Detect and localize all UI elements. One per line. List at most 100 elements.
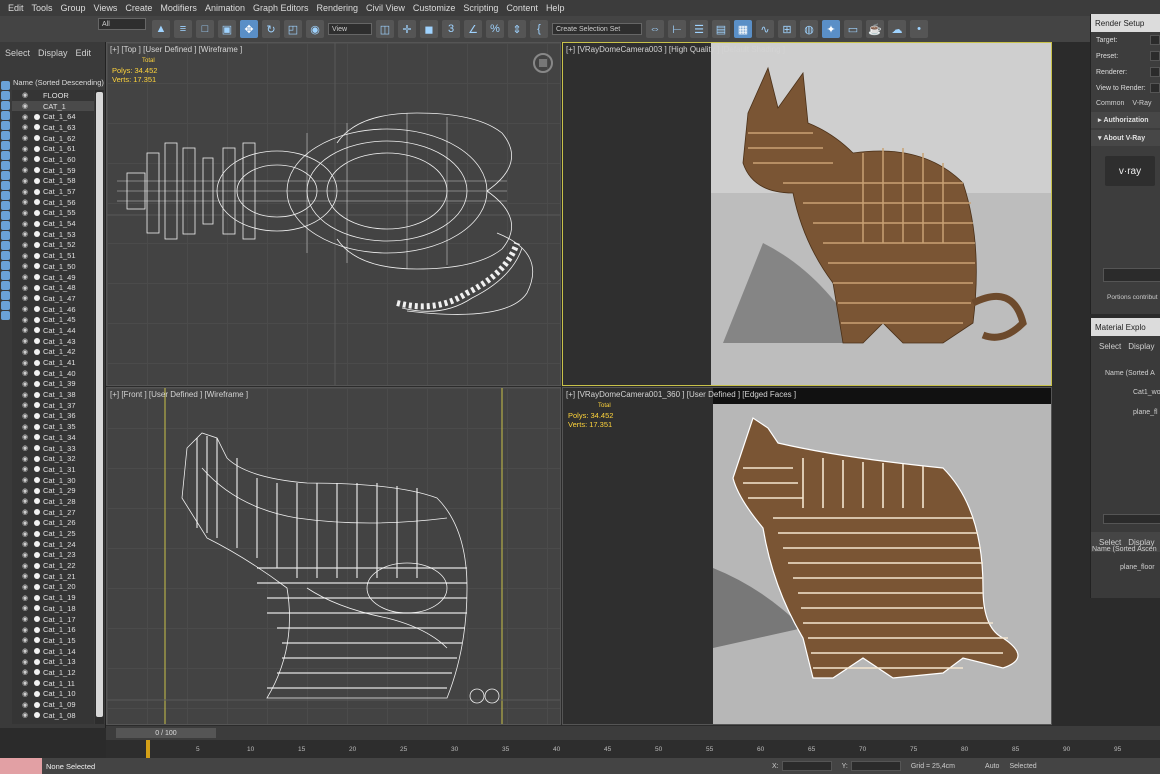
explorer-scrollbar[interactable] — [95, 90, 104, 724]
x-coordinate-field[interactable] — [781, 761, 832, 771]
viewport-front[interactable]: [+] [Front ] [User Defined ] [Wireframe … — [106, 387, 561, 725]
explorer-filter-icon[interactable] — [1, 241, 10, 250]
visibility-eye-icon[interactable]: ◉ — [22, 145, 30, 153]
visibility-eye-icon[interactable]: ◉ — [22, 284, 30, 292]
visibility-eye-icon[interactable]: ◉ — [22, 102, 30, 110]
explorer-row[interactable]: ◉ Cat_1_08 — [12, 710, 94, 721]
select-manipulate-icon[interactable]: ✛ — [398, 20, 416, 38]
explorer-row[interactable]: ◉ Cat_1_37 — [12, 400, 94, 411]
render-setup-icon[interactable]: ✦ — [822, 20, 840, 38]
explorer-row[interactable]: ◉ Cat_1_40 — [12, 368, 94, 379]
explorer-row[interactable]: ◉ Cat_1_13 — [12, 656, 94, 667]
ribbon-icon[interactable]: ▤ — [712, 20, 730, 38]
visibility-eye-icon[interactable]: ◉ — [22, 604, 30, 612]
explorer-scroll-thumb[interactable] — [96, 92, 103, 717]
explorer-row[interactable]: ◉ Cat_1_21 — [12, 571, 94, 582]
keyboard-shortcut-icon[interactable]: ◼ — [420, 20, 438, 38]
visibility-eye-icon[interactable]: ◉ — [22, 252, 30, 260]
visibility-eye-icon[interactable]: ◉ — [22, 658, 30, 666]
move-icon[interactable]: ✥ — [240, 20, 258, 38]
visibility-eye-icon[interactable]: ◉ — [22, 369, 30, 377]
explorer-filter-icon[interactable] — [1, 261, 10, 270]
explorer-row[interactable]: ◉ Cat_1_20 — [12, 582, 94, 593]
explorer-filter-icon[interactable] — [1, 181, 10, 190]
material-scroll-field[interactable] — [1103, 514, 1160, 524]
visibility-eye-icon[interactable]: ◉ — [22, 594, 30, 602]
visibility-eye-icon[interactable]: ◉ — [22, 134, 30, 142]
visibility-eye-icon[interactable]: ◉ — [22, 177, 30, 185]
mirror-icon[interactable]: ⇔ — [646, 20, 664, 38]
explorer-row[interactable]: ◉ Cat_1_25 — [12, 528, 94, 539]
visibility-eye-icon[interactable]: ◉ — [22, 262, 30, 270]
menu-customize[interactable]: Customize — [409, 3, 460, 13]
render-setup-title[interactable]: Render Setup — [1091, 14, 1160, 32]
visibility-eye-icon[interactable]: ◉ — [22, 423, 30, 431]
layer-explorer-icon[interactable]: ☰ — [690, 20, 708, 38]
edit-named-selection-icon[interactable]: { — [530, 20, 548, 38]
explorer-filter-icon[interactable] — [1, 301, 10, 310]
explorer-row[interactable]: ◉ Cat_1_28 — [12, 496, 94, 507]
rollout-about-vray[interactable]: ▾ About V-Ray — [1091, 130, 1160, 146]
explorer-row[interactable]: ◉ Cat_1_41 — [12, 357, 94, 368]
mat-tab-display[interactable]: Display — [1128, 342, 1154, 351]
visibility-eye-icon[interactable]: ◉ — [22, 294, 30, 302]
menu-rendering[interactable]: Rendering — [313, 3, 363, 13]
menu-content[interactable]: Content — [502, 3, 542, 13]
explorer-filter-icon[interactable] — [1, 201, 10, 210]
named-selection-set-dropdown[interactable]: Create Selection Set — [552, 23, 642, 35]
visibility-eye-icon[interactable]: ◉ — [22, 401, 30, 409]
menu-group[interactable]: Group — [57, 3, 90, 13]
visibility-eye-icon[interactable]: ◉ — [22, 412, 30, 420]
explorer-filter-icon[interactable] — [1, 141, 10, 150]
explorer-row[interactable]: ◉ Cat_1_39 — [12, 379, 94, 390]
visibility-eye-icon[interactable]: ◉ — [22, 465, 30, 473]
place-icon[interactable]: ◉ — [306, 20, 324, 38]
visibility-eye-icon[interactable]: ◉ — [22, 166, 30, 174]
visibility-eye-icon[interactable]: ◉ — [22, 433, 30, 441]
explorer-row[interactable]: ◉ Cat_1_58 — [12, 176, 94, 187]
explorer-row[interactable]: ◉ Cat_1_36 — [12, 411, 94, 422]
explorer-row[interactable]: ◉ Cat_1_38 — [12, 389, 94, 400]
menu-scripting[interactable]: Scripting — [459, 3, 502, 13]
menu-edit[interactable]: Edit — [4, 3, 28, 13]
explorer-row[interactable]: ◉ Cat_1_53 — [12, 229, 94, 240]
scale-icon[interactable]: ◰ — [284, 20, 302, 38]
viewport-camera-high-quality[interactable]: [+] [VRayDomeCamera003 ] [High Quality ]… — [562, 42, 1052, 386]
visibility-eye-icon[interactable]: ◉ — [22, 337, 30, 345]
explorer-row[interactable]: ◉ Cat_1_23 — [12, 550, 94, 561]
visibility-eye-icon[interactable]: ◉ — [22, 519, 30, 527]
visibility-eye-icon[interactable]: ◉ — [22, 647, 30, 655]
visibility-eye-icon[interactable]: ◉ — [22, 113, 30, 121]
renderer-dropdown[interactable] — [1150, 67, 1160, 77]
pivot-icon[interactable]: ◫ — [376, 20, 394, 38]
explorer-row[interactable]: ◉ Cat_1_47 — [12, 293, 94, 304]
explorer-row[interactable]: ◉ Cat_1_56 — [12, 197, 94, 208]
visibility-eye-icon[interactable]: ◉ — [22, 701, 30, 709]
explorer-filter-icon[interactable] — [1, 121, 10, 130]
explorer-row[interactable]: ◉ Cat_1_42 — [12, 347, 94, 358]
visibility-eye-icon[interactable]: ◉ — [22, 455, 30, 463]
explorer-row[interactable]: ◉ Cat_1_14 — [12, 646, 94, 657]
visibility-eye-icon[interactable]: ◉ — [22, 273, 30, 281]
visibility-eye-icon[interactable]: ◉ — [22, 155, 30, 163]
track-bar[interactable]: 5 10 15 20 25 30 35 40 45 50 55 60 65 70 75 80 85 90 95 — [106, 740, 1160, 758]
explorer-row[interactable]: ◉ Cat_1_30 — [12, 475, 94, 486]
menu-animation[interactable]: Animation — [201, 3, 249, 13]
explorer-row[interactable]: ◉ Cat_1_15 — [12, 635, 94, 646]
schematic-view-icon[interactable]: ⊞ — [778, 20, 796, 38]
explorer-row[interactable]: ◉ Cat_1_16 — [12, 624, 94, 635]
explorer-row[interactable]: ◉ Cat_1_35 — [12, 421, 94, 432]
playhead[interactable] — [146, 740, 150, 758]
explorer-row[interactable]: ◉ Cat_1_29 — [12, 485, 94, 496]
visibility-eye-icon[interactable]: ◉ — [22, 636, 30, 644]
rotate-icon[interactable]: ↻ — [262, 20, 280, 38]
visibility-eye-icon[interactable]: ◉ — [22, 711, 30, 719]
visibility-eye-icon[interactable]: ◉ — [22, 241, 30, 249]
explorer-row[interactable]: ◉ Cat_1_43 — [12, 336, 94, 347]
explorer-filter-icon[interactable] — [1, 151, 10, 160]
visibility-eye-icon[interactable]: ◉ — [22, 198, 30, 206]
visibility-eye-icon[interactable]: ◉ — [22, 391, 30, 399]
visibility-eye-icon[interactable]: ◉ — [22, 220, 30, 228]
explorer-filter-icon[interactable] — [1, 231, 10, 240]
explorer-row[interactable]: ◉ Cat_1_17 — [12, 614, 94, 625]
